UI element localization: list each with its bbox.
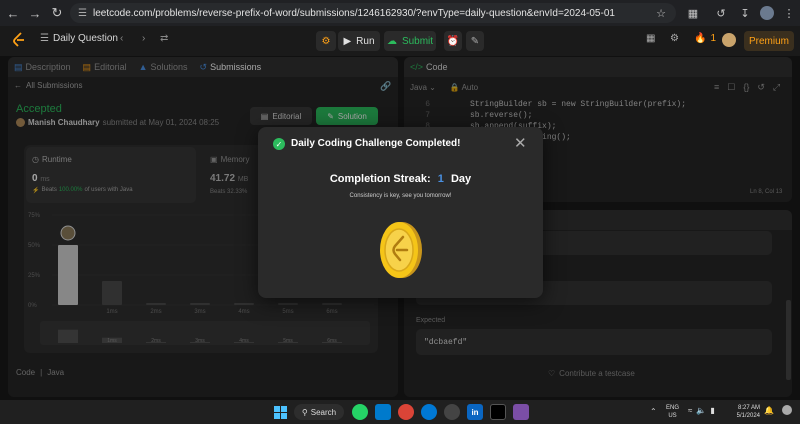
leetcode-topbar: ☰ Daily Question ‹ › ⇄ ⚙ ▶ Run ☁ Submit … [0, 26, 800, 56]
forward-arrow-icon[interactable]: → [24, 2, 46, 24]
system-tray[interactable]: ≈ 🔈 ▮ [688, 406, 715, 415]
extensions-icon[interactable]: ▦ [684, 4, 702, 22]
modal-message: Consistency is key, see you tomorrow! [349, 193, 452, 199]
shuffle-icon[interactable]: ⇄ [160, 33, 168, 44]
taskbar-search[interactable]: ⚲ Search [294, 404, 344, 420]
list-icon: ☰ [40, 33, 49, 44]
app-icon[interactable] [513, 404, 529, 420]
linkedin-icon[interactable]: in [467, 404, 483, 420]
windows-start-icon[interactable] [272, 404, 288, 420]
site-info-icon[interactable]: ☰ [78, 8, 87, 19]
browser-chrome: ← → ↻ ☰ leetcode.com/problems/reverse-pr… [0, 0, 800, 26]
close-icon[interactable]: ✕ [514, 134, 527, 152]
input-language[interactable]: ENG US [666, 404, 679, 420]
weather-icon[interactable] [6, 404, 22, 420]
notes-icon[interactable]: ✎ [466, 31, 484, 51]
settings-gear-icon[interactable]: ⚙ [670, 33, 679, 44]
whatsapp-icon[interactable] [352, 404, 368, 420]
layout-icon[interactable]: ▦ [646, 33, 655, 44]
submit-button[interactable]: ☁ Submit [384, 31, 436, 51]
tray-chevron-icon[interactable]: ⌃ [650, 407, 657, 416]
wifi-icon: ≈ [688, 406, 693, 415]
reload-icon[interactable]: ↻ [46, 2, 68, 24]
timer-icon[interactable]: ⏰ [444, 31, 462, 51]
browser-menu-icon[interactable]: ⋮ [780, 4, 798, 22]
modal-title: Daily Coding Challenge Completed! [291, 138, 461, 149]
search-icon: ⚲ [301, 407, 308, 417]
url-text: leetcode.com/problems/reverse-prefix-of-… [92, 7, 615, 19]
downloads-icon[interactable]: ↧ [736, 4, 754, 22]
battery-icon: ▮ [710, 406, 715, 415]
user-avatar[interactable] [722, 33, 736, 47]
streak-counter[interactable]: 🔥 1 [694, 33, 716, 44]
premium-button[interactable]: Premium [744, 31, 794, 51]
copilot-icon[interactable] [782, 405, 792, 415]
bookmark-star-icon[interactable]: ☆ [652, 4, 670, 22]
leetcode-logo-icon[interactable] [12, 32, 26, 48]
notification-bell-icon[interactable]: 🔔 [764, 406, 774, 415]
vscode-icon[interactable] [375, 404, 391, 420]
sync-icon[interactable]: ↺ [712, 4, 730, 22]
jetbrains-icon[interactable] [490, 404, 506, 420]
back-arrow-icon[interactable]: ← [2, 2, 24, 24]
windows-taskbar: ⚲ Search in ⌃ ENG US ≈ 🔈 ▮ 8:27 AM 5/1/20… [0, 400, 800, 424]
debug-icon[interactable]: ⚙ [316, 31, 336, 51]
streak-line: Completion Streak: 1 Day [329, 173, 472, 185]
cloud-upload-icon: ☁ [386, 35, 397, 47]
chrome-icon[interactable] [398, 404, 414, 420]
fire-icon: 🔥 [694, 33, 707, 44]
gold-coin-icon [380, 222, 422, 278]
edge-icon[interactable] [421, 404, 437, 420]
clock[interactable]: 8:27 AM 5/1/2024 [730, 404, 760, 420]
volume-icon: 🔈 [696, 406, 707, 415]
settings-app-icon[interactable] [444, 404, 460, 420]
prev-problem-icon[interactable]: ‹ [120, 33, 123, 44]
daily-challenge-modal: ✓ Daily Coding Challenge Completed! ✕ Co… [258, 127, 543, 298]
check-circle-icon: ✓ [273, 138, 285, 150]
run-button[interactable]: ▶ Run [338, 31, 380, 51]
address-bar[interactable]: ☰ leetcode.com/problems/reverse-prefix-o… [70, 3, 676, 23]
profile-avatar[interactable] [758, 4, 776, 22]
problem-list-button[interactable]: ☰ Daily Question [40, 33, 118, 44]
next-problem-icon[interactable]: › [142, 33, 145, 44]
play-icon: ▶ [343, 35, 352, 47]
